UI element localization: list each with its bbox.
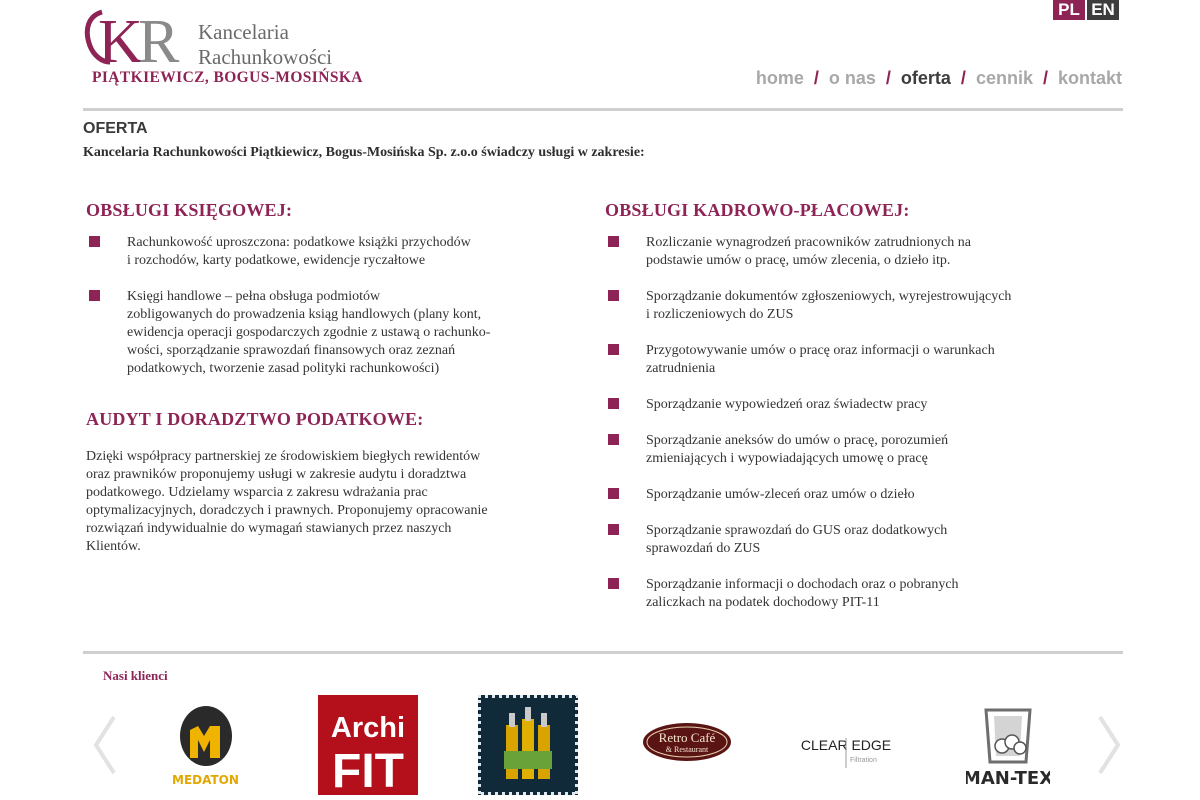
logo-partner-names: PIĄTKIEWICZ, BOGUS-MOSIŃSKA bbox=[92, 69, 363, 86]
bullet-square-icon bbox=[608, 434, 619, 445]
bullet-square-icon bbox=[608, 524, 619, 535]
language-switch: PL EN bbox=[1053, 0, 1119, 20]
client-logo-archifit[interactable]: Archi FIT bbox=[318, 695, 418, 798]
lang-en-button[interactable]: EN bbox=[1087, 0, 1119, 20]
nav-separator: / bbox=[885, 68, 891, 88]
list-item: Przygotowywanie umów o pracę oraz inform… bbox=[605, 342, 1075, 378]
carousel-prev-arrow-icon[interactable] bbox=[92, 715, 118, 775]
nav-separator: / bbox=[960, 68, 966, 88]
list-item: Rachunkowość uproszczona: podatkowe ksią… bbox=[86, 234, 546, 270]
archifit-logo-icon: Archi FIT bbox=[331, 712, 405, 798]
bullet-square-icon bbox=[608, 236, 619, 247]
bullet-square-icon bbox=[89, 236, 100, 247]
carousel-next-arrow-icon[interactable] bbox=[1096, 715, 1122, 775]
nav-cennik[interactable]: cennik bbox=[976, 68, 1033, 89]
list-item: Sporządzanie sprawozdań do GUS oraz doda… bbox=[605, 522, 1075, 558]
svg-text:FIT: FIT bbox=[332, 745, 404, 795]
main-nav: home / o nas / oferta / cennik / kontakt bbox=[756, 68, 1122, 89]
bullet-square-icon bbox=[608, 488, 619, 499]
svg-text:MAN-TEX: MAN-TEX bbox=[966, 768, 1050, 789]
nav-home[interactable]: home bbox=[756, 68, 804, 89]
svg-text:Filtration: Filtration bbox=[850, 757, 877, 764]
svg-text:R: R bbox=[138, 8, 180, 70]
client-logo-clearedge[interactable]: CLEAR EDGE Filtration bbox=[798, 732, 898, 772]
list-item: Sporządzanie aneksów do umów o pracę, po… bbox=[605, 432, 1075, 468]
svg-text:Retro Café: Retro Café bbox=[659, 730, 716, 745]
section-title-accounting: OBSŁUGI KSIĘGOWEJ: bbox=[86, 200, 293, 220]
logo-name-line2: Rachunkowości bbox=[198, 45, 333, 69]
list-item: Sporządzanie wypowiedzeń oraz świadectw … bbox=[605, 396, 1075, 414]
logo-name-line1: Kancelaria bbox=[198, 20, 289, 44]
page-title: OFERTA bbox=[83, 120, 148, 137]
list-item: Sporządzanie informacji o dochodach oraz… bbox=[605, 576, 1075, 612]
svg-text:Archi: Archi bbox=[331, 712, 405, 744]
list-item: Sporządzanie dokumentów zgłoszeniowych, … bbox=[605, 288, 1075, 324]
medaton-text: MEDATON bbox=[172, 773, 239, 787]
header-divider bbox=[83, 108, 1123, 111]
client-logo-bottles[interactable] bbox=[475, 692, 581, 798]
clearedge-logo-icon: CLEAR EDGE Filtration bbox=[801, 737, 891, 768]
nav-separator: / bbox=[813, 68, 819, 88]
bullet-square-icon bbox=[89, 290, 100, 301]
nav-separator: / bbox=[1042, 68, 1048, 88]
section-title-audit: AUDYT I DORADZTWO PODATKOWE: bbox=[86, 409, 424, 429]
svg-text:& Restaurant: & Restaurant bbox=[666, 745, 709, 754]
page-intro: Kancelaria Rachunkowości Piątkiewicz, Bo… bbox=[83, 145, 645, 160]
audit-paragraph: Dzięki współpracy partnerskiej ze środow… bbox=[86, 449, 488, 554]
kr-monogram: K R bbox=[84, 8, 180, 70]
client-logo-man-tex[interactable]: MAN-TEX bbox=[963, 702, 1053, 792]
client-logo-medaton[interactable]: MEDATON bbox=[168, 700, 248, 790]
medaton-logo-icon: MEDATON bbox=[172, 706, 239, 787]
nav-oferta[interactable]: oferta bbox=[901, 68, 951, 89]
nav-kontakt[interactable]: kontakt bbox=[1058, 68, 1122, 89]
bullet-square-icon bbox=[608, 578, 619, 589]
payroll-list: Rozliczanie wynagrodzeń pracowników zatr… bbox=[605, 234, 1075, 612]
list-item: Rozliczanie wynagrodzeń pracowników zatr… bbox=[605, 234, 1075, 270]
bottles-image-icon bbox=[475, 692, 581, 798]
list-item: Księgi handlowe – pełna obsługa podmiotó… bbox=[86, 288, 546, 378]
man-tex-logo-icon: MAN-TEX bbox=[963, 708, 1053, 789]
bullet-square-icon bbox=[608, 290, 619, 301]
retro-cafe-logo-icon: Retro Café & Restaurant bbox=[643, 723, 731, 761]
company-logo[interactable]: K R Kancelaria Rachunkowości PIĄTKIEWICZ… bbox=[84, 6, 363, 90]
clients-heading: Nasi klienci bbox=[103, 668, 168, 683]
section-title-payroll: OBSŁUGI KADROWO-PŁACOWEJ: bbox=[605, 200, 910, 220]
clients-divider bbox=[83, 651, 1123, 654]
bullet-square-icon bbox=[608, 398, 619, 409]
accounting-list: Rachunkowość uproszczona: podatkowe ksią… bbox=[86, 234, 546, 378]
list-item: Sporządzanie umów-zleceń oraz umów o dzi… bbox=[605, 486, 1075, 504]
client-logo-retro-cafe[interactable]: Retro Café & Restaurant bbox=[642, 722, 732, 762]
nav-o-nas[interactable]: o nas bbox=[829, 68, 876, 89]
svg-text:K: K bbox=[98, 8, 143, 70]
lang-pl-button[interactable]: PL bbox=[1053, 0, 1085, 20]
bullet-square-icon bbox=[608, 344, 619, 355]
